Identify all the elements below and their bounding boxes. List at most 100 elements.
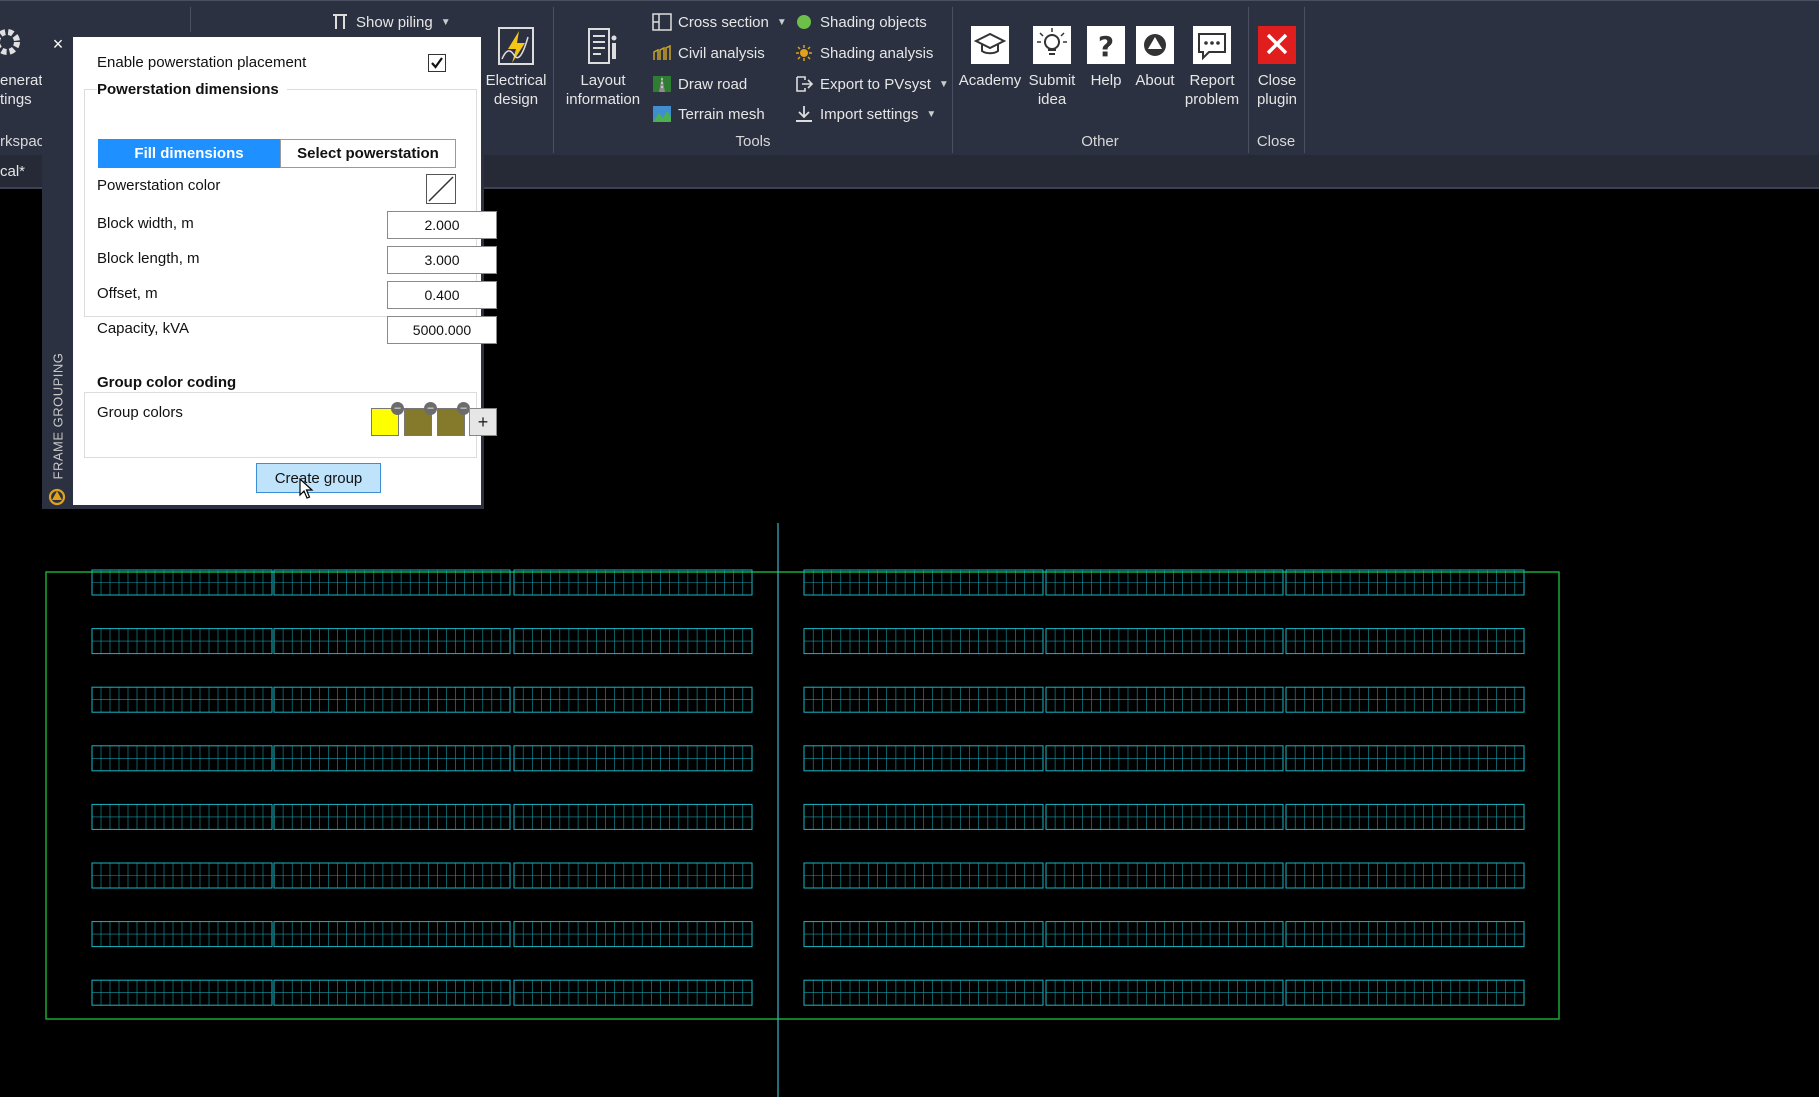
panel-table-grid [91, 687, 273, 713]
remove-color-icon[interactable]: – [424, 402, 437, 415]
panel-table-grid [1285, 570, 1525, 595]
report-problem-line2: problem [1184, 91, 1240, 108]
powerstation-color-label: Powerstation color [97, 177, 221, 194]
report-chat-icon [1193, 26, 1231, 64]
layout-information-line1: Layout [580, 72, 626, 89]
select-powerstation-tab[interactable]: Select powerstation [280, 139, 456, 168]
block-width-label: Block width, m [97, 215, 194, 232]
about-label: About [1135, 72, 1175, 89]
panel-table-grid [1285, 628, 1525, 654]
checkmark-icon [431, 57, 443, 69]
panel-table-grid [91, 570, 273, 595]
panel-table-grid [1285, 921, 1525, 947]
cross-section-button[interactable]: Cross section ▼ [652, 11, 787, 33]
draw-road-label: Draw road [678, 75, 748, 93]
panel-table-grid [273, 980, 511, 1006]
close-plugin-line1: Close [1257, 72, 1297, 89]
offset-label: Offset, m [97, 285, 158, 302]
offset-input[interactable] [387, 281, 497, 309]
civil-analysis-label: Civil analysis [678, 44, 765, 62]
fill-dimensions-tab[interactable]: Fill dimensions [98, 139, 280, 168]
palette-title-strip[interactable]: × FRAME GROUPING [42, 32, 72, 509]
panel-table-grid [1285, 863, 1525, 888]
electrical-lightning-icon [498, 27, 534, 65]
frame-grouping-palette: × FRAME GROUPING Enable powerstation pla… [42, 32, 497, 509]
terrain-mesh-button[interactable]: Terrain mesh [652, 103, 765, 125]
export-pvsyst-button[interactable]: Export to PVsyst ▼ [794, 73, 949, 95]
show-piling-button[interactable]: Show piling ▼ [330, 11, 451, 33]
academy-label: Academy [958, 72, 1022, 89]
layout-information-button[interactable]: Layout information [563, 25, 643, 109]
submit-idea-button[interactable]: Submit idea [1026, 25, 1078, 109]
panel-table-grid [273, 745, 511, 771]
academy-button[interactable]: Academy [958, 25, 1022, 90]
enable-powerstation-checkbox[interactable] [428, 54, 446, 72]
help-label: Help [1090, 72, 1122, 89]
panel-table-grid [513, 980, 753, 1006]
group-color-swatch[interactable]: – [404, 402, 437, 436]
layout-information-line2: information [565, 91, 641, 108]
group-color-swatch[interactable]: – [371, 402, 404, 436]
panel-table-grid [273, 863, 511, 888]
panel-table-grid [803, 863, 1044, 888]
panel-table-grid [273, 570, 511, 595]
report-problem-button[interactable]: Report problem [1182, 25, 1242, 109]
about-logo-icon [1136, 26, 1174, 64]
show-piling-dropdown-icon: ▼ [440, 16, 451, 28]
electrical-design-button[interactable]: Electrical design [484, 25, 548, 109]
document-tab[interactable]: cal* [0, 163, 25, 180]
import-settings-label: Import settings [820, 105, 919, 123]
about-button[interactable]: About [1132, 25, 1178, 90]
close-plugin-line2: plugin [1256, 91, 1298, 108]
export-pvsyst-label: Export to PVsyst [820, 75, 931, 93]
close-plugin-button[interactable]: Close plugin [1252, 25, 1302, 109]
shading-objects-button[interactable]: Shading objects [794, 11, 927, 33]
help-button[interactable]: ? Help [1085, 25, 1127, 90]
panel-table-grid [1285, 804, 1525, 830]
panel-table-grid [1045, 687, 1284, 713]
draw-road-button[interactable]: Draw road [652, 73, 747, 95]
capacity-input[interactable] [387, 316, 497, 344]
group-color-swatch[interactable]: – [437, 402, 470, 436]
create-group-button[interactable]: Create group [256, 463, 381, 493]
panel-table-grid [273, 628, 511, 654]
generate-settings-button[interactable]: enerat tings [0, 71, 43, 109]
panel-table-grid [91, 804, 273, 830]
import-download-icon [796, 106, 812, 122]
electrical-design-line1: Electrical [485, 72, 547, 89]
palette-close-icon[interactable]: × [50, 35, 66, 53]
panel-table-grid [513, 804, 753, 830]
palette-vertical-title: FRAME GROUPING [50, 352, 66, 480]
tools-panel-title: Tools [735, 133, 771, 150]
panel-table-grid [803, 570, 1044, 595]
cross-section-icon [652, 13, 672, 31]
powerstation-color-swatch[interactable] [426, 174, 456, 204]
add-color-button[interactable]: + [469, 408, 497, 436]
civil-analysis-button[interactable]: Civil analysis [652, 42, 765, 64]
import-dropdown-icon: ▼ [926, 108, 937, 120]
ribbon-separator [1304, 7, 1305, 153]
panel-table-grid [803, 687, 1044, 713]
panel-table-grid [1045, 863, 1284, 888]
draw-road-icon [653, 76, 671, 92]
remove-color-icon[interactable]: – [391, 402, 404, 415]
panel-table-grid [273, 921, 511, 947]
generate-settings-gear-icon[interactable] [0, 25, 24, 59]
report-problem-line1: Report [1189, 72, 1235, 89]
shading-objects-label: Shading objects [820, 13, 927, 31]
palette-body: Enable powerstation placement Powerstati… [73, 37, 497, 505]
panel-table-grid [803, 745, 1044, 771]
cross-section-dropdown-icon: ▼ [776, 16, 787, 28]
piling-icon [333, 14, 347, 29]
import-settings-button[interactable]: Import settings ▼ [794, 103, 936, 125]
plugin-logo-icon [48, 488, 66, 506]
panel-table-grid [91, 980, 273, 1006]
block-length-input[interactable] [387, 246, 497, 274]
panel-table-grid [1285, 980, 1525, 1006]
shading-analysis-button[interactable]: Shading analysis [794, 42, 933, 64]
help-question-icon: ? [1087, 26, 1125, 64]
panel-table-grid [91, 745, 273, 771]
block-width-input[interactable] [387, 211, 497, 239]
panel-table-grid [803, 980, 1044, 1006]
panel-table-grid [91, 628, 273, 654]
